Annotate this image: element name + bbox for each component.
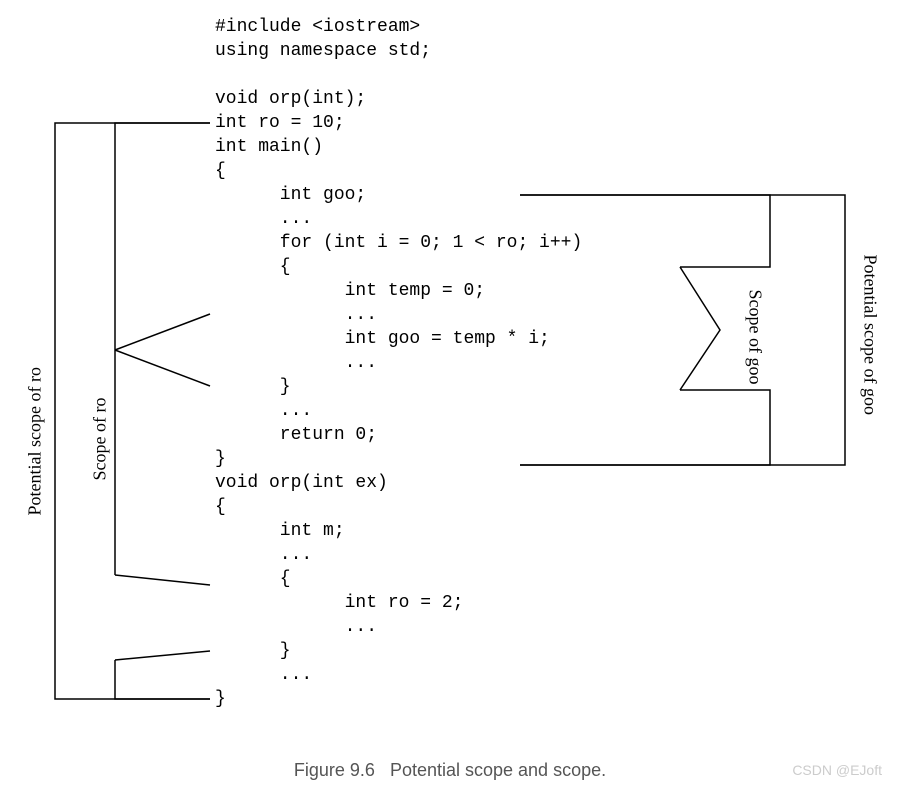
code-line: return 0;	[215, 425, 377, 445]
code-line: {	[215, 257, 291, 277]
code-line: #include <iostream>	[215, 17, 420, 37]
code-line: int temp = 0;	[215, 281, 485, 301]
code-line: int goo;	[215, 185, 366, 205]
code-line: }	[215, 641, 291, 661]
figure-number: Figure 9.6	[294, 760, 375, 780]
code-line: ...	[215, 353, 377, 373]
code-line: {	[215, 497, 226, 517]
code-line: ...	[215, 401, 312, 421]
code-line: ...	[215, 209, 312, 229]
code-line: void orp(int ex)	[215, 473, 388, 493]
code-line: void orp(int);	[215, 89, 366, 109]
code-line: using namespace std;	[215, 41, 431, 61]
code-line: int main()	[215, 137, 323, 157]
code-line: }	[215, 377, 291, 397]
code-line: ...	[215, 665, 312, 685]
code-line: {	[215, 569, 291, 589]
code-line: int goo = temp * i;	[215, 329, 550, 349]
code-block: #include <iostream> using namespace std;…	[215, 15, 582, 711]
watermark: CSDN @EJoft	[792, 762, 882, 778]
code-line: int m;	[215, 521, 345, 541]
label-scope-goo: Scope of goo	[745, 290, 766, 400]
code-line: }	[215, 689, 226, 709]
code-line: }	[215, 449, 226, 469]
label-potential-scope-ro: Potential scope of ro	[25, 346, 46, 516]
code-line: int ro = 10;	[215, 113, 345, 133]
code-line: ...	[215, 305, 377, 325]
code-line: ...	[215, 617, 377, 637]
label-scope-ro: Scope of ro	[90, 381, 111, 481]
label-potential-scope-goo: Potential scope of goo	[860, 255, 881, 435]
code-line: {	[215, 161, 226, 181]
code-line: for (int i = 0; 1 < ro; i++)	[215, 233, 582, 253]
code-line: int ro = 2;	[215, 593, 463, 613]
diagram-container: #include <iostream> using namespace std;…	[0, 0, 900, 796]
figure-caption: Figure 9.6 Potential scope and scope.	[0, 760, 900, 781]
code-line: ...	[215, 545, 312, 565]
figure-title: Potential scope and scope.	[390, 760, 606, 780]
